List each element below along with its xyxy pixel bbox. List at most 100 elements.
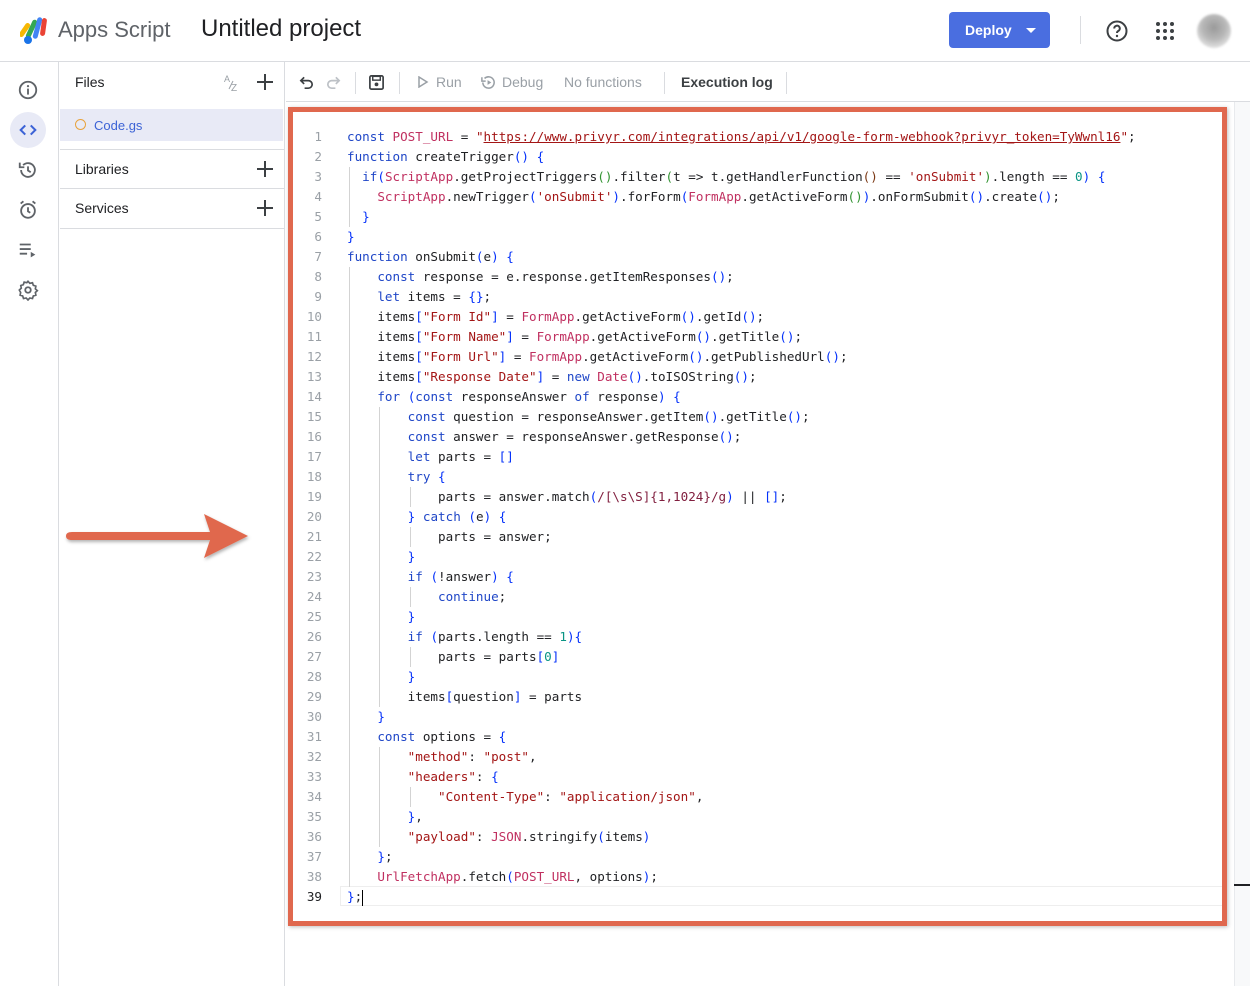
code-text: items["Response Date"] = new Date().toIS… — [347, 369, 757, 384]
code-text: for (const responseAnswer of response) { — [377, 389, 681, 404]
editor-icon[interactable] — [10, 112, 46, 148]
code-text: const answer = responseAnswer.getRespons… — [407, 429, 742, 444]
libraries-label: Libraries — [75, 161, 129, 177]
code-text: } — [407, 669, 416, 684]
files-label: Files — [75, 74, 105, 90]
code-text: UrlFetchApp.fetch(POST_URL, options); — [377, 869, 658, 884]
line-number: 7 — [314, 249, 322, 264]
code-text: }; — [377, 849, 393, 864]
line-number: 37 — [306, 849, 322, 864]
triggers-icon[interactable] — [10, 192, 46, 228]
code-text: const question = responseAnswer.getItem(… — [407, 409, 810, 424]
code-text: ScriptApp.newTrigger('onSubmit').forForm… — [377, 189, 1060, 204]
code-text: items["Form Name"] = FormApp.getActiveFo… — [347, 329, 803, 344]
sort-az-icon[interactable]: AZ — [223, 73, 243, 96]
line-number: 8 — [314, 269, 322, 284]
code-text: "payload": JSON.stringify(items) — [407, 829, 651, 844]
debug-button[interactable]: Debug — [502, 74, 543, 90]
code-text: const response = e.response.getItemRespo… — [377, 269, 734, 284]
scrollbar-cursor-marker — [1234, 884, 1250, 886]
line-number: 6 — [314, 229, 322, 244]
code-text: if (!answer) { — [407, 569, 514, 584]
executions-history-icon[interactable] — [10, 152, 46, 188]
add-service-icon[interactable] — [257, 200, 273, 216]
editor-toolbar: Run Debug No functions Execution log — [286, 62, 1250, 102]
add-library-icon[interactable] — [257, 161, 273, 177]
redo-icon[interactable] — [325, 74, 342, 91]
code-text: function createTrigger() { — [347, 149, 545, 164]
line-number: 4 — [314, 189, 322, 204]
executions-icon[interactable] — [10, 232, 46, 268]
avatar[interactable] — [1197, 14, 1231, 48]
file-status-icon — [75, 119, 86, 130]
services-label: Services — [75, 200, 129, 216]
line-number: 31 — [306, 729, 322, 744]
line-number: 29 — [306, 689, 322, 704]
code-text: }, — [407, 809, 423, 824]
line-number: 9 — [314, 289, 322, 304]
code-text: } — [362, 209, 370, 224]
line-number: 13 — [306, 369, 322, 384]
line-number: 38 — [306, 869, 322, 884]
code-text: parts = answer.match(/[\s\S]{1,1024}/g) … — [347, 489, 787, 504]
line-number: 28 — [306, 669, 322, 684]
line-number: 22 — [306, 549, 322, 564]
save-icon[interactable] — [368, 74, 385, 91]
code-text: const options = { — [377, 729, 507, 744]
code-text: let parts = [] — [407, 449, 514, 464]
code-text: "headers": { — [407, 769, 499, 784]
svg-text:A: A — [224, 74, 230, 84]
line-number: 3 — [314, 169, 322, 184]
apps-script-logo[interactable] — [18, 14, 52, 46]
add-file-icon[interactable] — [257, 74, 273, 90]
editor-scrollbar[interactable] — [1234, 102, 1250, 986]
files-header: Files AZ — [60, 62, 285, 102]
debug-icon — [481, 76, 495, 89]
line-number: 1 — [314, 129, 322, 144]
function-select[interactable]: No functions — [564, 74, 642, 90]
line-number: 5 — [314, 209, 322, 224]
code-text: items["Form Url"] = FormApp.getActiveFor… — [347, 349, 848, 364]
line-number: 18 — [306, 469, 322, 484]
line-number: 12 — [306, 349, 322, 364]
google-apps-icon[interactable] — [1155, 21, 1175, 41]
execution-log-button[interactable]: Execution log — [681, 74, 773, 90]
line-number: 33 — [306, 769, 322, 784]
svg-text:Z: Z — [231, 83, 237, 93]
undo-icon[interactable] — [298, 74, 315, 91]
app-name[interactable]: Apps Script — [58, 17, 171, 43]
top-bar: Apps Script Untitled project Deploy — [0, 0, 1250, 62]
code-text: try { — [407, 469, 446, 484]
help-icon[interactable] — [1105, 19, 1129, 43]
current-line-highlight — [340, 886, 1224, 906]
line-number: 19 — [306, 489, 322, 504]
code-text: continue; — [438, 589, 507, 604]
line-number: 34 — [306, 789, 322, 804]
text-cursor — [362, 889, 364, 906]
line-number: 15 — [306, 409, 322, 424]
divider — [1080, 16, 1081, 44]
line-number: 27 — [306, 649, 322, 664]
libraries-row[interactable]: Libraries — [60, 149, 285, 189]
line-number: 32 — [306, 749, 322, 764]
services-row[interactable]: Services — [60, 188, 285, 228]
code-text: if(ScriptApp.getProjectTriggers().filter… — [362, 169, 1106, 184]
settings-icon[interactable] — [10, 272, 46, 308]
chevron-down-icon — [1026, 28, 1036, 33]
file-item[interactable]: Code.gs — [60, 109, 283, 141]
left-rail — [0, 62, 59, 986]
divider — [355, 72, 356, 94]
code-text: "method": "post", — [407, 749, 537, 764]
deploy-button[interactable]: Deploy — [949, 12, 1050, 48]
divider — [786, 72, 787, 94]
line-number: 24 — [306, 589, 322, 604]
code-text: } — [377, 709, 385, 724]
overview-icon[interactable] — [10, 72, 46, 108]
code-text: } catch (e) { — [407, 509, 507, 524]
deploy-label: Deploy — [965, 22, 1012, 38]
run-button[interactable]: Run — [436, 74, 462, 90]
code-text: items[question] = parts — [347, 689, 583, 704]
code-text: let items = {}; — [377, 289, 492, 304]
annotation-arrow-icon — [66, 514, 248, 558]
project-title[interactable]: Untitled project — [201, 15, 361, 43]
